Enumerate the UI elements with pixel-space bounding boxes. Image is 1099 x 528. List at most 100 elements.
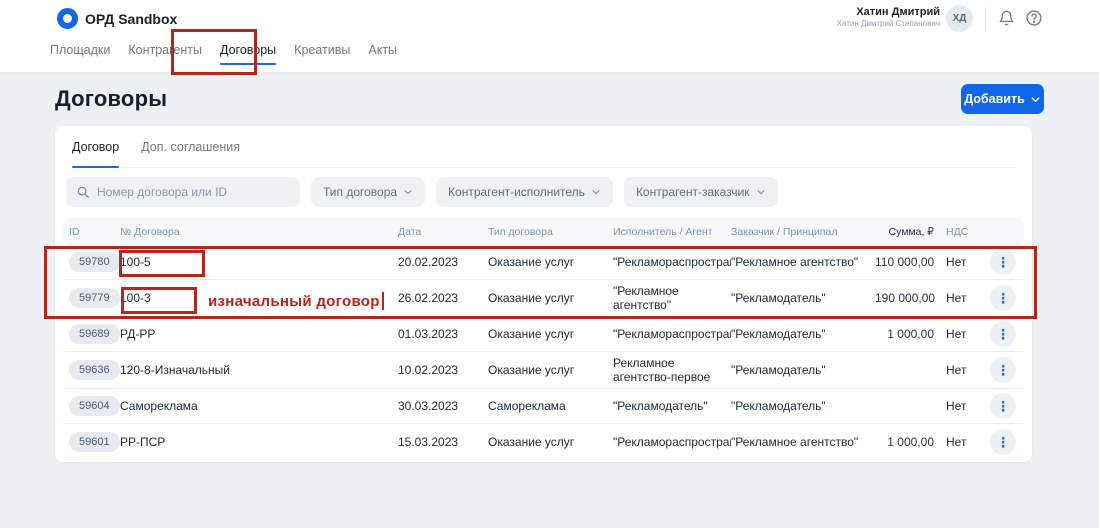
cell-id: 59689 bbox=[63, 324, 120, 344]
filter-contractor-customer[interactable]: Контрагент-заказчик bbox=[624, 177, 778, 207]
add-button[interactable]: Добавить bbox=[961, 84, 1044, 114]
cell-contract-type: Самореклама bbox=[488, 399, 613, 413]
cell-vat: Нет bbox=[938, 399, 990, 413]
cell-executor: "Рекламораспространитель" bbox=[613, 327, 731, 341]
cell-actions: ⋮ bbox=[990, 429, 1024, 455]
page-title: Договоры bbox=[55, 86, 167, 112]
cell-executor: "Рекламораспространитель" bbox=[613, 255, 731, 269]
nav-item-akty[interactable]: Акты bbox=[368, 43, 397, 67]
cell-id: 59636 bbox=[63, 360, 120, 380]
table-row[interactable]: 59636 120-8-Изначальный 10.02.2023 Оказа… bbox=[63, 352, 1024, 389]
cell-contract-number: РР-ПСР bbox=[120, 435, 398, 449]
search-input[interactable] bbox=[97, 185, 290, 199]
cell-contract-number: 120-8-Изначальный bbox=[120, 363, 398, 377]
nav-item-dogovory[interactable]: Договоры bbox=[220, 43, 276, 67]
id-badge: 59689 bbox=[69, 324, 120, 344]
col-header-customer: Заказчик / Принципал bbox=[731, 225, 875, 239]
filter-contractor-executor[interactable]: Контрагент-исполнитель bbox=[436, 177, 613, 207]
user-name: Хатин Дмитрий bbox=[837, 6, 940, 19]
search-box[interactable] bbox=[66, 177, 300, 207]
cell-actions: ⋮ bbox=[990, 357, 1024, 383]
col-header-date: Дата bbox=[398, 225, 488, 239]
table-row[interactable]: 59780 100-5 20.02.2023 Оказание услуг "Р… bbox=[63, 245, 1024, 280]
cell-date: 26.02.2023 bbox=[398, 291, 488, 305]
cell-id: 59780 bbox=[63, 252, 120, 272]
cell-customer: "Рекламное агентство" bbox=[731, 435, 875, 449]
col-header-vat: НДС bbox=[938, 225, 990, 239]
cell-customer: "Рекламодатель" bbox=[731, 327, 875, 341]
contracts-card: Договор Доп. соглашения Тип договора Кон… bbox=[55, 126, 1032, 462]
cell-vat: Нет bbox=[938, 255, 990, 269]
table-row[interactable]: 59779 100-3 26.02.2023 Оказание услуг "Р… bbox=[63, 280, 1024, 317]
id-badge: 59604 bbox=[69, 396, 120, 416]
nav-item-kontragenty[interactable]: Контрагенты bbox=[128, 43, 202, 67]
search-icon bbox=[76, 185, 90, 199]
cell-contract-type: Оказание услуг bbox=[488, 435, 613, 449]
table-row[interactable]: 59601 РР-ПСР 15.03.2023 Оказание услуг "… bbox=[63, 424, 1024, 459]
tab-dogovor[interactable]: Договор bbox=[72, 140, 119, 167]
cell-vat: Нет bbox=[938, 327, 990, 341]
app-logo-icon bbox=[57, 8, 78, 29]
col-header-type: Тип договора bbox=[488, 225, 613, 239]
cell-vat: Нет bbox=[938, 291, 990, 305]
contracts-table: ID № Договора Дата Тип договора Исполнит… bbox=[63, 218, 1024, 459]
header-divider bbox=[985, 7, 986, 30]
brand: ОРД Sandbox bbox=[57, 8, 177, 29]
tab-dop-soglasheniya[interactable]: Доп. соглашения bbox=[141, 140, 240, 167]
cell-customer: "Рекламодатель" bbox=[731, 399, 875, 413]
row-menu-button[interactable]: ⋮ bbox=[990, 429, 1016, 455]
filter-contract-type-label: Тип договора bbox=[323, 185, 397, 199]
table-row[interactable]: 59604 Самореклама 30.03.2023 Самореклама… bbox=[63, 389, 1024, 424]
filter-contractor-customer-label: Контрагент-заказчик bbox=[636, 185, 750, 199]
app-title: ОРД Sandbox bbox=[85, 11, 177, 27]
cell-sum: 110 000,00 bbox=[875, 255, 938, 269]
id-badge: 59779 bbox=[69, 288, 120, 308]
cell-sum: 1 000,00 bbox=[875, 327, 938, 341]
chevron-down-icon bbox=[403, 187, 413, 197]
table-body: 59780 100-5 20.02.2023 Оказание услуг "Р… bbox=[63, 245, 1024, 459]
cell-vat: Нет bbox=[938, 363, 990, 377]
row-menu-button[interactable]: ⋮ bbox=[990, 249, 1016, 275]
cell-id: 59779 bbox=[63, 288, 120, 308]
id-badge: 59636 bbox=[69, 360, 120, 380]
id-badge: 59601 bbox=[69, 432, 120, 452]
help-icon[interactable] bbox=[1023, 7, 1045, 29]
avatar[interactable]: ХД bbox=[946, 5, 973, 32]
cell-actions: ⋮ bbox=[990, 321, 1024, 347]
row-menu-button[interactable]: ⋮ bbox=[990, 393, 1016, 419]
nav-item-kreativy[interactable]: Креативы bbox=[294, 43, 350, 67]
nav-item-ploshchadki[interactable]: Площадки bbox=[50, 43, 110, 67]
filter-contractor-executor-label: Контрагент-исполнитель bbox=[448, 185, 585, 199]
row-menu-button[interactable]: ⋮ bbox=[990, 285, 1016, 311]
chevron-down-icon bbox=[756, 187, 766, 197]
cell-executor: Рекламное агентство-первое bbox=[613, 356, 731, 384]
cell-date: 01.03.2023 bbox=[398, 327, 488, 341]
row-menu-button[interactable]: ⋮ bbox=[990, 321, 1016, 347]
cell-date: 10.02.2023 bbox=[398, 363, 488, 377]
user-block[interactable]: Хатин Дмитрий Хатин Дмитрий Степанович bbox=[837, 6, 940, 29]
cell-executor: "Рекламное агентство" bbox=[613, 284, 731, 312]
cell-id: 59604 bbox=[63, 396, 120, 416]
cell-contract-number: 100-3 bbox=[120, 291, 398, 305]
card-tabs: Договор Доп. соглашения bbox=[72, 140, 1015, 168]
cell-id: 59601 bbox=[63, 432, 120, 452]
cell-contract-number: РД-РР bbox=[120, 327, 398, 341]
cell-executor: "Рекламодатель" bbox=[613, 399, 731, 413]
col-header-id: ID bbox=[63, 225, 120, 239]
notifications-bell-icon[interactable] bbox=[995, 7, 1017, 29]
cell-vat: Нет bbox=[938, 435, 990, 449]
cell-sum: 190 000,00 bbox=[875, 291, 938, 305]
cell-customer: "Рекламодатель" bbox=[731, 291, 875, 305]
cell-executor: "Рекламораспространитель" bbox=[613, 435, 731, 449]
cell-contract-type: Оказание услуг bbox=[488, 255, 613, 269]
row-menu-button[interactable]: ⋮ bbox=[990, 357, 1016, 383]
cell-contract-type: Оказание услуг bbox=[488, 327, 613, 341]
table-row[interactable]: 59689 РД-РР 01.03.2023 Оказание услуг "Р… bbox=[63, 317, 1024, 352]
cell-customer: "Рекламодатель" bbox=[731, 363, 875, 377]
cell-actions: ⋮ bbox=[990, 249, 1024, 275]
col-header-executor: Исполнитель / Агент bbox=[613, 225, 731, 239]
cell-customer: "Рекламное агентство" bbox=[731, 255, 875, 269]
cell-contract-number: Самореклама bbox=[120, 399, 398, 413]
cell-actions: ⋮ bbox=[990, 285, 1024, 311]
filter-contract-type[interactable]: Тип договора bbox=[311, 177, 425, 207]
